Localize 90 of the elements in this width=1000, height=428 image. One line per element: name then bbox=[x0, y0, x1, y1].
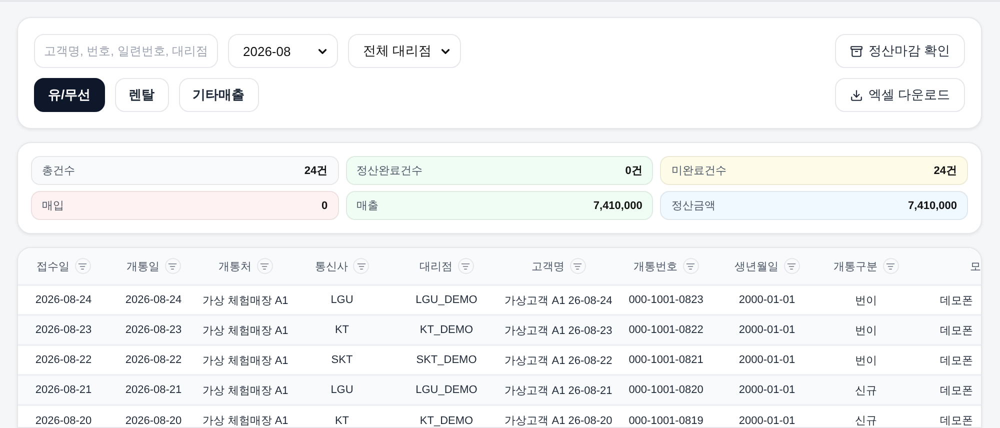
table-cell: 000-1001-0820 bbox=[628, 384, 704, 396]
table-cell: 2000-01-01 bbox=[738, 354, 796, 366]
table-cell: 번이 bbox=[855, 324, 877, 336]
category-tab[interactable]: 기타매출 bbox=[178, 78, 259, 112]
column-header: 개통일 bbox=[126, 260, 160, 274]
column-header: 고객명 bbox=[532, 260, 564, 274]
column-header: 모 bbox=[970, 260, 981, 272]
table-cell: LGU bbox=[330, 294, 354, 306]
column-header: 접수일 bbox=[36, 260, 70, 274]
table-cell: 가상고객 A1 26-08-21 bbox=[504, 384, 612, 396]
table-cell: KT bbox=[334, 324, 350, 336]
table-cell: 가상고객 A1 26-08-23 bbox=[504, 324, 612, 336]
table-cell: 가상 체험매장 A1 bbox=[202, 415, 288, 427]
table-cell: 000-1001-0819 bbox=[628, 414, 704, 426]
table-cell: 2026-08-23 bbox=[125, 324, 182, 336]
table-cell: 2026-08-24 bbox=[125, 294, 182, 306]
settlement-close-button[interactable]: 정산마감 확인 bbox=[835, 34, 965, 68]
table-cell: 2000-01-01 bbox=[738, 384, 796, 396]
filter-icon[interactable] bbox=[74, 258, 90, 274]
table-cell: 2000-01-01 bbox=[738, 294, 796, 306]
table-cell: 데모폰 bbox=[940, 324, 973, 336]
table-cell: 번이 bbox=[855, 294, 877, 306]
table-cell: 2026-08-21 bbox=[125, 384, 182, 396]
category-tab[interactable]: 렌탈 bbox=[114, 78, 169, 112]
filter-icon[interactable] bbox=[256, 258, 272, 274]
filter-icon[interactable] bbox=[353, 258, 369, 274]
table-cell: 가상 체험매장 A1 bbox=[202, 354, 288, 366]
filter-icon[interactable] bbox=[458, 258, 474, 274]
table-cell: KT_DEMO bbox=[420, 324, 474, 336]
stat-value: 0건 bbox=[625, 164, 642, 178]
table-cell: 2026-08-21 bbox=[35, 384, 92, 396]
table-cell: 2026-08-22 bbox=[125, 354, 182, 366]
table-cell: LGU bbox=[330, 384, 354, 396]
table-cell: 가상 체험매장 A1 bbox=[202, 384, 288, 396]
column-header: 개통처 bbox=[218, 260, 252, 274]
table-cell: LGU_DEMO bbox=[416, 294, 478, 306]
stat-label: 미완료건수 bbox=[671, 164, 726, 178]
filter-icon[interactable] bbox=[784, 258, 800, 274]
stat-value: 7,410,000 bbox=[908, 200, 957, 212]
stat-value: 7,410,000 bbox=[593, 200, 642, 212]
table-cell: 가상고객 A1 26-08-24 bbox=[504, 294, 612, 306]
table-cell: 000-1001-0823 bbox=[628, 294, 704, 306]
table-cell: 데모폰 bbox=[940, 384, 973, 396]
table-cell: 가상 체험매장 A1 bbox=[202, 324, 288, 336]
download-icon bbox=[850, 88, 864, 102]
table-cell: 2026-08-23 bbox=[35, 324, 92, 336]
table-cell: KT bbox=[334, 414, 350, 426]
table-cell: 가상 체험매장 A1 bbox=[202, 294, 288, 306]
table-cell: 000-1001-0822 bbox=[628, 324, 704, 336]
column-header: 통신사 bbox=[315, 260, 348, 274]
table-cell: 2026-08-20 bbox=[125, 414, 182, 426]
agency-select[interactable]: 전체 대리점 bbox=[348, 34, 461, 68]
stat-label: 정산완료건수 bbox=[356, 164, 423, 178]
column-header: 대리점 bbox=[420, 260, 452, 274]
table-cell: 데모폰 bbox=[940, 294, 973, 306]
filter-icon[interactable] bbox=[570, 258, 586, 274]
table-cell: 2026-08-22 bbox=[35, 354, 92, 366]
excel-download-button[interactable]: 엑셀 다운로드 bbox=[835, 78, 965, 112]
filter-icon[interactable] bbox=[882, 258, 898, 274]
table-cell: SKT bbox=[331, 354, 353, 366]
table-cell: 2026-08-24 bbox=[35, 294, 92, 306]
table-cell: 데모폰 bbox=[940, 415, 973, 427]
stat-label: 총건수 bbox=[42, 164, 75, 178]
stat-label: 매입 bbox=[42, 199, 64, 213]
table-cell: 2000-01-01 bbox=[738, 324, 796, 336]
stat-value: 24건 bbox=[304, 164, 328, 178]
table-cell: LGU_DEMO bbox=[416, 384, 478, 396]
table-cell: 데모폰 bbox=[940, 354, 973, 366]
table-cell: 번이 bbox=[855, 354, 877, 366]
table-cell: 가상고객 A1 26-08-22 bbox=[504, 354, 612, 366]
stat-label: 매출 bbox=[356, 199, 379, 213]
category-tab[interactable]: 유/무선 bbox=[34, 78, 105, 112]
table-cell: 신규 bbox=[855, 415, 877, 427]
stat-value: 24건 bbox=[934, 164, 957, 178]
table-cell: 가상고객 A1 26-08-20 bbox=[504, 415, 612, 427]
filter-icon[interactable] bbox=[682, 258, 698, 274]
filter-icon[interactable] bbox=[164, 258, 180, 274]
table-cell: SKT_DEMO bbox=[416, 354, 477, 366]
table-cell: 신규 bbox=[855, 384, 877, 396]
table-cell: 2000-01-01 bbox=[738, 414, 796, 426]
search-field[interactable]: 고객명, 번호, 일련번호, 대리점 bbox=[34, 34, 218, 68]
column-header: 개통번호 bbox=[634, 260, 678, 274]
stat-value: 0 bbox=[322, 200, 328, 212]
month-select[interactable]: 2026-08 bbox=[228, 34, 338, 68]
column-header: 개통구분 bbox=[834, 260, 878, 274]
stat-label: 정산금액 bbox=[671, 199, 716, 213]
table-cell: 000-1001-0821 bbox=[628, 354, 704, 366]
column-header: 생년월일 bbox=[734, 260, 778, 274]
table-cell: 2026-08-20 bbox=[35, 414, 92, 426]
table-cell: KT_DEMO bbox=[420, 414, 474, 426]
